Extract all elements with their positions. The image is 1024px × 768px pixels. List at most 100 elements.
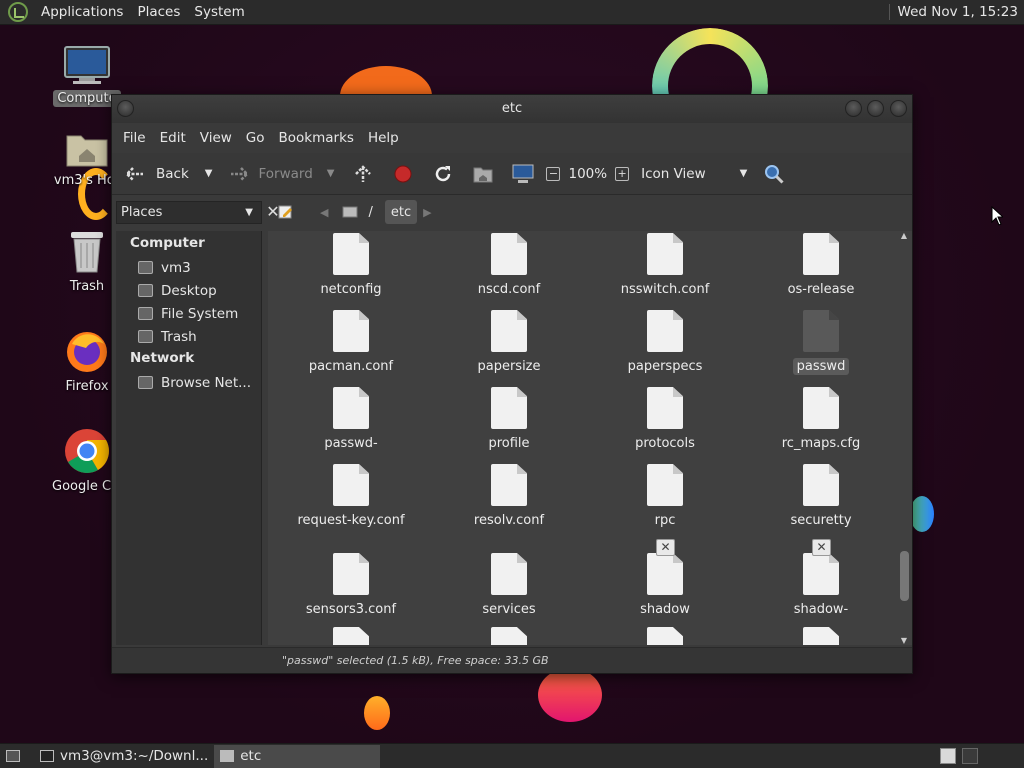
reload-button[interactable] (426, 158, 460, 190)
drive-icon (342, 206, 358, 218)
menu-logo-icon[interactable] (8, 2, 28, 22)
file-fold (829, 387, 839, 397)
task-etc[interactable]: etc (214, 744, 381, 768)
workspace-2-button[interactable] (962, 748, 978, 764)
file-name: nsswitch.conf (620, 282, 710, 297)
menu-edit[interactable]: Edit (153, 130, 193, 146)
vertical-scrollbar[interactable]: ▲ ▼ (899, 231, 909, 645)
view-mode-select[interactable]: Icon View ▼ (635, 158, 753, 190)
wallpaper-pink-shape (538, 668, 602, 722)
file-view[interactable]: netconfig nscd.conf nsswitch.conf os-releas… (268, 231, 912, 645)
file-fold (673, 233, 683, 243)
file-item[interactable]: sensors3.conf (276, 553, 426, 618)
file-item[interactable]: rc_maps.cfg (746, 387, 896, 452)
file-item[interactable]: resolv.conf (434, 464, 584, 529)
file-item[interactable]: paperspecs (590, 310, 740, 375)
workspace-1-button[interactable] (940, 748, 956, 764)
reload-icon (432, 163, 454, 185)
chrome-icon (64, 428, 110, 474)
forward-label: Forward (258, 165, 313, 182)
scrollbar-thumb[interactable] (900, 551, 909, 601)
file-icon (491, 627, 527, 645)
maximize-button[interactable] (867, 100, 884, 117)
task-terminal[interactable]: vm3@vm3:~/Downl... (34, 745, 214, 768)
close-button[interactable] (890, 100, 907, 117)
breadcrumb-root[interactable]: / (336, 200, 378, 224)
file-item[interactable]: rpc (590, 464, 740, 529)
scroll-up-icon[interactable]: ▲ (899, 231, 909, 240)
file-name: rc_maps.cfg (781, 436, 861, 451)
places-menu[interactable]: Places (130, 4, 187, 20)
breadcrumb-left-icon[interactable]: ◀ (320, 206, 328, 219)
window-titlebar[interactable]: etc (112, 95, 912, 123)
file-fold (517, 387, 527, 397)
breadcrumb-etc[interactable]: etc (384, 200, 418, 224)
file-item[interactable]: request-key.conf (276, 464, 426, 529)
zoom-in-button[interactable]: + (613, 158, 631, 190)
home-folder-icon (138, 261, 153, 274)
menu-bookmarks[interactable]: Bookmarks (272, 130, 361, 146)
window-menu-button[interactable] (117, 100, 134, 117)
file-item[interactable]: nsswitch.conf (590, 233, 740, 298)
back-button[interactable]: Back ▼ (118, 158, 218, 190)
view-mode-label: Icon View (641, 165, 706, 182)
computer-button[interactable] (506, 158, 540, 190)
file-item[interactable]: profile (434, 387, 584, 452)
file-item[interactable]: os-release (746, 233, 896, 298)
file-icon (491, 310, 527, 352)
file-fold (829, 310, 839, 320)
forward-button[interactable]: Forward ▼ (222, 158, 340, 190)
file-item[interactable]: securetty (746, 464, 896, 529)
menu-help[interactable]: Help (361, 130, 406, 146)
system-menu[interactable]: System (187, 4, 251, 20)
menu-go[interactable]: Go (239, 130, 272, 146)
minimize-button[interactable] (845, 100, 862, 117)
sidebar-item-desktop[interactable]: Desktop (116, 279, 261, 302)
file-item[interactable]: nscd.conf (434, 233, 584, 298)
stop-button[interactable] (386, 158, 420, 190)
toggle-location-entry-button[interactable] (272, 200, 300, 224)
file-item-partial[interactable] (590, 627, 740, 645)
file-item[interactable]: passwd- (276, 387, 426, 452)
clock[interactable]: Wed Nov 1, 15:23 (888, 4, 1018, 20)
sidebar-item-label: Desktop (161, 282, 217, 299)
sidebar-item-browse-network[interactable]: Browse Net... (116, 371, 261, 394)
drive-icon (138, 307, 153, 320)
file-item-partial[interactable] (746, 627, 896, 645)
file-item[interactable]: ✕ shadow (590, 539, 740, 618)
file-icon (491, 233, 527, 275)
file-item-partial[interactable] (276, 627, 426, 645)
file-item[interactable]: ✕ shadow- (746, 539, 896, 618)
file-name: request-key.conf (297, 513, 405, 528)
show-desktop-icon (6, 750, 20, 762)
back-dropdown-icon[interactable]: ▼ (205, 168, 213, 179)
file-name: paperspecs (627, 359, 703, 374)
search-button[interactable] (757, 158, 791, 190)
sidebar-item-vm3[interactable]: vm3 (116, 256, 261, 279)
sidebar-places-select[interactable]: Places ▼ (116, 201, 262, 224)
sidebar-item-label: Trash (161, 328, 197, 345)
folder-icon (220, 750, 235, 762)
sidebar-item-trash[interactable]: Trash (116, 325, 261, 348)
scroll-down-icon[interactable]: ▼ (899, 636, 909, 645)
file-icon (647, 553, 683, 595)
applications-menu[interactable]: Applications (34, 4, 130, 20)
file-item[interactable]: passwd (746, 310, 896, 375)
file-item[interactable]: protocols (590, 387, 740, 452)
menu-file[interactable]: File (116, 130, 153, 146)
breadcrumb-right-icon[interactable]: ▶ (423, 206, 431, 219)
sidebar-item-file-system[interactable]: File System (116, 302, 261, 325)
forward-dropdown-icon[interactable]: ▼ (327, 168, 335, 179)
file-name: rpc (654, 513, 676, 528)
menu-view[interactable]: View (193, 130, 239, 146)
show-desktop-button[interactable] (0, 745, 26, 768)
zoom-out-button[interactable]: − (544, 158, 562, 190)
file-item[interactable]: pacman.conf (276, 310, 426, 375)
file-icon (333, 553, 369, 595)
file-item[interactable]: netconfig (276, 233, 426, 298)
file-item[interactable]: services (434, 553, 584, 618)
up-button[interactable] (346, 158, 380, 190)
file-item-partial[interactable] (434, 627, 584, 645)
home-button[interactable] (466, 158, 500, 190)
file-item[interactable]: papersize (434, 310, 584, 375)
